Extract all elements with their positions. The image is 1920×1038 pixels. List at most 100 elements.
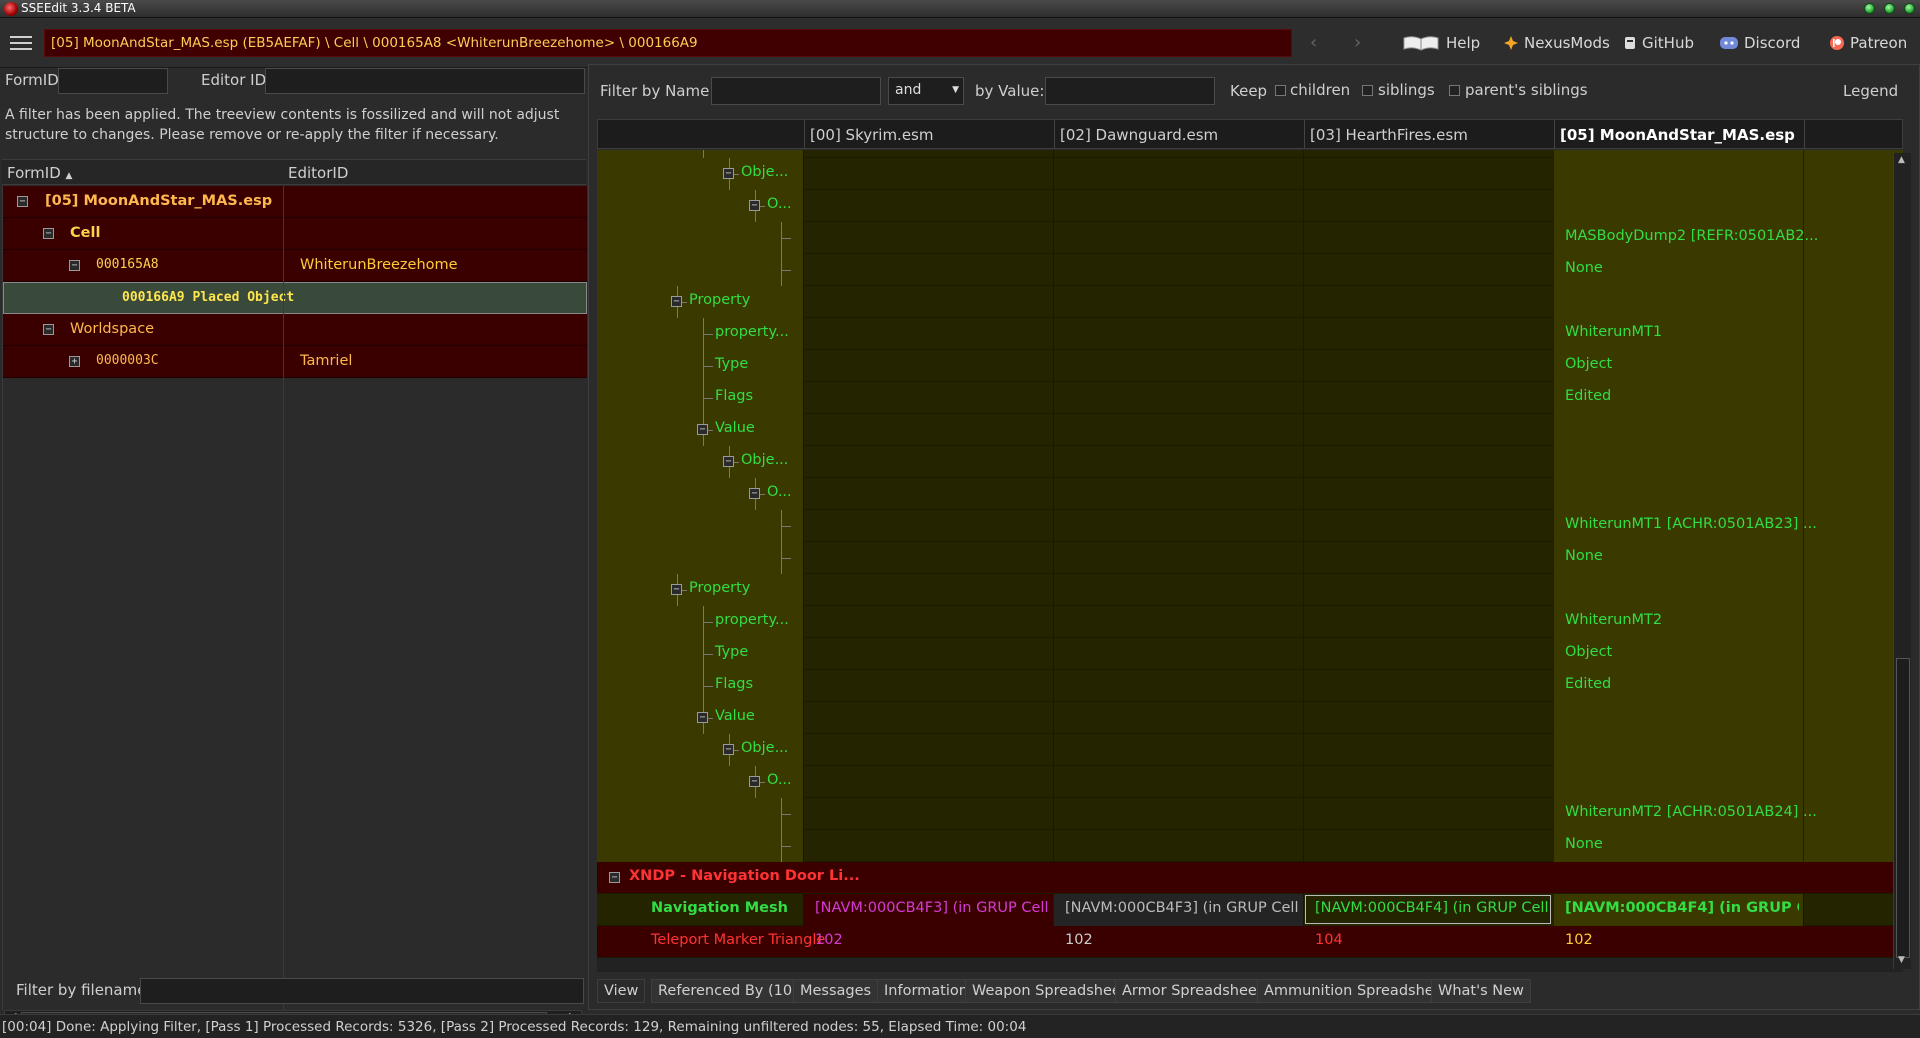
field-value-moonandstar[interactable]: WhiterunMT2 [ACHR:0501AB24] ... (1565, 804, 1895, 820)
record-row[interactable]: property... WhiterunMT1 (597, 318, 1903, 350)
record-row[interactable]: − Obje... (597, 734, 1903, 766)
minimize-button[interactable] (1864, 3, 1875, 14)
navigation-mesh-value[interactable]: [NAVM:000CB4F3] (in GRUP Cell ... (1065, 900, 1299, 916)
collapse-icon[interactable]: − (723, 744, 734, 755)
tree-node-worldspace[interactable]: − Worldspace (3, 314, 587, 346)
teleport-marker-value[interactable]: 102 (1565, 932, 1799, 948)
field-value-moonandstar[interactable]: None (1565, 548, 1895, 564)
teleport-marker-row[interactable]: Teleport Marker Triangle 102 102 104 102 (597, 926, 1903, 958)
navigation-mesh-row[interactable]: Navigation Mesh [NAVM:000CB4F3] (in GRUP … (597, 894, 1903, 926)
record-row[interactable]: None (597, 254, 1903, 286)
tab-whats-new[interactable]: What's New (1431, 979, 1531, 1003)
expand-icon[interactable]: + (69, 356, 80, 367)
record-row[interactable]: − Obje... (597, 158, 1903, 190)
close-button[interactable] (1904, 3, 1915, 14)
column-header-moonandstar[interactable]: [05] MoonAndStar_MAS.esp (1560, 126, 1795, 144)
editorid-input[interactable] (265, 68, 585, 94)
record-row[interactable]: MASBodyDump2 [REFR:0501AB2... (597, 222, 1903, 254)
field-value-moonandstar[interactable]: WhiterunMT2 (1565, 612, 1895, 628)
back-arrow-icon[interactable]: ‹ (1310, 32, 1317, 53)
collapse-icon[interactable]: − (609, 872, 620, 883)
collapse-icon[interactable]: − (723, 456, 734, 467)
help-link[interactable]: Help (1402, 34, 1480, 52)
xndp-row[interactable]: XNDP - Navigation Door Li... − (597, 862, 1903, 894)
record-row[interactable]: Type Object (597, 350, 1903, 382)
record-row[interactable]: Flags Edited (597, 382, 1903, 414)
scroll-up-icon[interactable]: ▲ (1898, 155, 1905, 165)
field-value-moonandstar[interactable]: Edited (1565, 676, 1895, 692)
collapse-icon[interactable]: − (43, 324, 54, 335)
collapse-icon[interactable]: − (749, 776, 760, 787)
record-row[interactable]: − O... (597, 478, 1903, 510)
parents-siblings-checkbox[interactable] (1449, 85, 1460, 96)
teleport-marker-value[interactable]: 102 (815, 932, 1049, 948)
tab-armor-spreadsheet[interactable]: Armor Spreadsheet (1115, 979, 1270, 1003)
column-header-dawnguard[interactable]: [02] Dawnguard.esm (1060, 126, 1218, 144)
field-value-moonandstar[interactable]: Object (1565, 644, 1895, 660)
tab-view[interactable]: View (597, 979, 646, 1003)
tab-messages[interactable]: Messages (793, 979, 879, 1003)
filename-filter-input[interactable] (140, 978, 584, 1004)
column-header-skyrim[interactable]: [00] Skyrim.esm (810, 126, 933, 144)
legend-button[interactable]: Legend (1843, 82, 1898, 100)
record-row[interactable]: − O... (597, 190, 1903, 222)
record-row[interactable]: None (597, 542, 1903, 574)
field-value-moonandstar[interactable]: None (1565, 836, 1895, 852)
column-header-hearthfires[interactable]: [03] HearthFires.esm (1310, 126, 1468, 144)
maximize-button[interactable] (1884, 3, 1895, 14)
tab-referenced-by[interactable]: Referenced By (10) (651, 979, 805, 1003)
collapse-icon[interactable]: − (671, 584, 682, 595)
field-value-moonandstar[interactable]: WhiterunMT1 [ACHR:0501AB23] ... (1565, 516, 1895, 532)
tree-node-cell-record[interactable]: − 000165A8 WhiterunBreezehome (3, 250, 587, 282)
formid-input[interactable] (58, 68, 168, 94)
record-row[interactable]: WhiterunMT2 [ACHR:0501AB24] ... (597, 798, 1903, 830)
scrollbar-thumb[interactable] (1896, 658, 1910, 958)
tab-weapon-spreadsheet[interactable]: Weapon Spreadsheet (965, 979, 1134, 1003)
record-row[interactable]: − O... (597, 766, 1903, 798)
record-row[interactable]: −Value (597, 702, 1903, 734)
collapse-icon[interactable]: − (43, 228, 54, 239)
record-row[interactable]: WhiterunMT1 [ACHR:0501AB23] ... (597, 510, 1903, 542)
tree-node-tamriel[interactable]: + 0000003C Tamriel (3, 346, 587, 378)
record-row[interactable]: − Property (597, 286, 1903, 318)
navigation-mesh-value[interactable]: [NAVM:000CB4F4] (in GRUP C... (1565, 900, 1799, 916)
filter-by-value-input[interactable] (1045, 77, 1215, 105)
navigation-mesh-value[interactable]: [NAVM:000CB4F3] (in GRUP Cell ... (815, 900, 1049, 916)
teleport-marker-value[interactable]: 104 (1315, 932, 1549, 948)
forward-arrow-icon[interactable]: › (1354, 32, 1361, 53)
nexusmods-link[interactable]: NexusMods (1504, 34, 1610, 52)
github-link[interactable]: GitHub (1624, 34, 1694, 52)
filter-by-name-input[interactable] (711, 77, 881, 105)
record-row[interactable]: −Value (597, 150, 1903, 158)
record-path-bar[interactable]: [05] MoonAndStar_MAS.esp (EB5AEFAF) \ Ce… (44, 29, 1292, 57)
tree-node-plugin[interactable]: − [05] MoonAndStar_MAS.esp (3, 186, 587, 218)
collapse-icon[interactable]: − (749, 200, 760, 211)
editorid-column-header[interactable]: EditorID (288, 164, 348, 182)
collapse-icon[interactable]: − (723, 168, 734, 179)
record-row[interactable]: None (597, 830, 1903, 862)
field-value-moonandstar[interactable]: MASBodyDump2 [REFR:0501AB2... (1565, 228, 1895, 244)
record-row[interactable]: property... WhiterunMT2 (597, 606, 1903, 638)
tab-information[interactable]: Information (877, 979, 975, 1003)
field-value-moonandstar[interactable]: Object (1565, 356, 1895, 372)
scroll-down-icon[interactable]: ▼ (1898, 955, 1905, 965)
tree-node-placed-object[interactable]: 000166A9 Placed Object (3, 282, 587, 314)
record-row[interactable]: Flags Edited (597, 670, 1903, 702)
record-row[interactable]: − Property (597, 574, 1903, 606)
collapse-icon[interactable]: − (69, 260, 80, 271)
discord-link[interactable]: Discord (1720, 34, 1800, 52)
record-row[interactable]: −Value (597, 414, 1903, 446)
field-value-moonandstar[interactable]: Edited (1565, 388, 1895, 404)
collapse-icon[interactable]: − (17, 196, 28, 207)
children-checkbox[interactable] (1275, 85, 1286, 96)
patreon-link[interactable]: Patreon (1830, 34, 1907, 52)
vertical-scrollbar[interactable]: ▲ ▼ (1893, 153, 1911, 969)
siblings-checkbox[interactable] (1362, 85, 1373, 96)
field-value-moonandstar[interactable]: None (1565, 260, 1895, 276)
tab-ammunition-spreadsheet[interactable]: Ammunition Spreadsheet (1257, 979, 1456, 1003)
menu-icon[interactable] (10, 36, 32, 50)
record-row[interactable]: − Obje... (597, 446, 1903, 478)
field-value-moonandstar[interactable]: WhiterunMT1 (1565, 324, 1895, 340)
and-or-select[interactable]: and ▼ (888, 77, 964, 105)
collapse-icon[interactable]: − (697, 712, 708, 723)
